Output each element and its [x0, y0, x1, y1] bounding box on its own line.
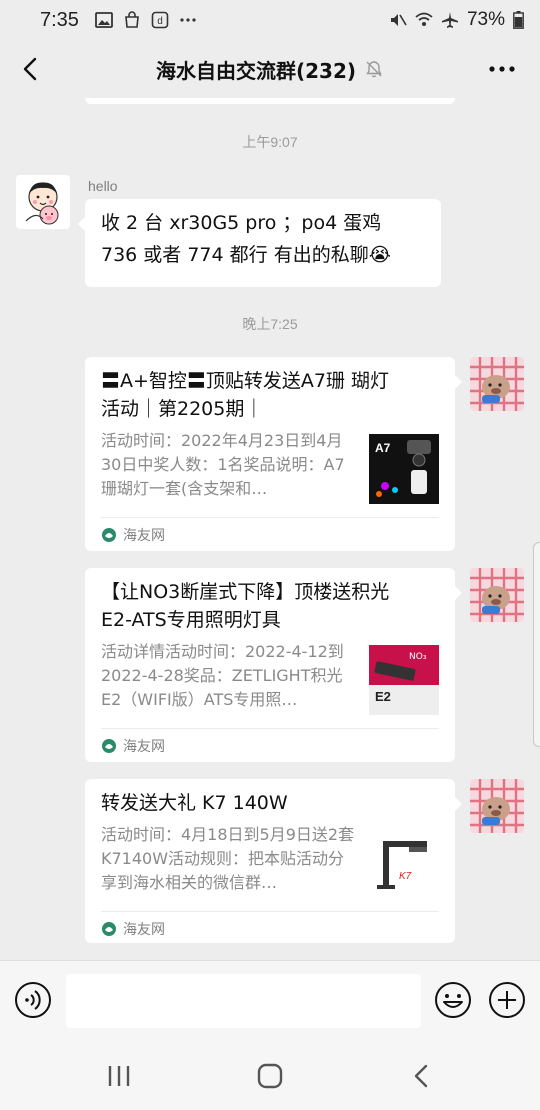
notification-icons: d	[95, 11, 197, 29]
more-horizontal-icon[interactable]	[486, 54, 518, 84]
card-description: 活动时间：2022年4月23日到4月30日中奖人数：1名奖品说明：A7珊瑚灯一套…	[101, 431, 345, 498]
message-line-2: 736 或者 774 都行 有出的私聊	[101, 244, 369, 266]
back-chevron-icon[interactable]	[16, 54, 46, 84]
card-source-name: 海友网	[123, 922, 165, 938]
more-dots-icon	[180, 18, 196, 22]
gallery-icon	[95, 12, 113, 28]
card-title-line: 【让NO3断崖式下降】顶楼送积光	[101, 581, 390, 603]
app-d-icon: d	[151, 11, 169, 29]
card-title-line: 活动｜第2205期｜	[101, 398, 264, 420]
edge-panel-handle[interactable]	[533, 542, 540, 747]
self-avatar[interactable]	[470, 357, 524, 411]
card-source-name: 海友网	[123, 739, 165, 755]
plus-icon[interactable]	[488, 981, 526, 1019]
status-right: 73%	[389, 9, 524, 31]
card-thumbnail-image: K7	[369, 829, 439, 899]
bag-icon	[125, 11, 139, 28]
card-source-name: 海友网	[123, 528, 165, 544]
card-description: 活动详情活动时间：2022-4-12到2022-4-28奖品：ZETLIGHT积…	[101, 642, 344, 709]
battery-percent: 73%	[466, 9, 505, 30]
card-title-line: E2-ATS专用照明灯具	[101, 609, 281, 631]
nav-back-icon[interactable]	[408, 1062, 436, 1090]
message-line-1: 收 2 台 xr30G5 pro ；po4 蛋鸡	[101, 212, 382, 234]
card-source: 海友网	[101, 919, 165, 939]
thumb-label: K7	[399, 871, 412, 882]
link-card[interactable]: 〓A+智控〓顶贴转发送A7珊 瑚灯 活动｜第2205期｜ 活动时间：2022年4…	[85, 357, 462, 551]
message-input[interactable]	[66, 974, 421, 1028]
thumb-label: A7	[375, 441, 391, 455]
mute-icon	[390, 14, 407, 26]
self-avatar[interactable]	[470, 779, 524, 833]
crying-emoji: 😭	[368, 244, 391, 266]
home-icon[interactable]	[256, 1062, 284, 1090]
airplane-icon	[441, 12, 458, 28]
card-thumbnail-image: NO₃ E2	[369, 645, 439, 715]
chat-title: 海水自由交流群(232)	[155, 58, 357, 83]
previous-message-card[interactable]	[85, 98, 455, 104]
bell-off-icon	[366, 61, 382, 78]
card-source: 海友网	[101, 736, 165, 756]
thumb-label: E2	[375, 689, 391, 704]
title-wrap: 海水自由交流群(232)	[156, 55, 384, 84]
card-source: 海友网	[101, 525, 165, 545]
sender-name: hello	[88, 178, 118, 194]
card-title: 转发送大礼 K7 140W	[101, 789, 441, 817]
source-logo-icon	[102, 528, 116, 542]
recents-icon[interactable]	[104, 1062, 134, 1090]
svg-text:NO₃: NO₃	[409, 652, 427, 662]
chat-header: 海水自由交流群(232)	[0, 40, 540, 98]
card-thumbnail-image: A7	[369, 434, 439, 504]
chat-message-list[interactable]: 上午9:07 hello 收 2 台 xr30G5 pro ；po4 蛋鸡 73…	[0, 98, 540, 960]
wifi-icon	[415, 12, 433, 26]
system-nav-bar	[0, 1042, 540, 1110]
timestamp: 晚上7:25	[242, 316, 298, 332]
card-title-line: 〓A+智控〓顶贴转发送A7珊 瑚灯	[101, 370, 390, 392]
voice-icon[interactable]	[14, 981, 52, 1019]
source-logo-icon	[102, 922, 116, 936]
svg-text:d: d	[157, 16, 163, 27]
emoji-icon[interactable]	[434, 981, 472, 1019]
message-line-2-wrap: 736 或者 774 都行 有出的私聊😭	[101, 239, 425, 271]
card-title: 〓A+智控〓顶贴转发送A7珊 瑚灯 活动｜第2205期｜	[101, 367, 441, 423]
message-bubble[interactable]: 收 2 台 xr30G5 pro ；po4 蛋鸡 736 或者 774 都行 有…	[78, 199, 441, 287]
source-logo-icon	[102, 739, 116, 753]
card-title: 【让NO3断崖式下降】顶楼送积光 E2-ATS专用照明灯具	[101, 578, 441, 634]
link-card[interactable]: 【让NO3断崖式下降】顶楼送积光 E2-ATS专用照明灯具 活动详情活动时间：2…	[85, 568, 462, 762]
input-bar	[0, 960, 540, 1042]
timestamp: 上午9:07	[242, 134, 298, 150]
status-time: 7:35	[40, 8, 79, 31]
card-divider	[101, 728, 439, 729]
avatar[interactable]	[16, 175, 70, 229]
card-description: 活动时间：4月18日到5月9日送2套K7140W活动规则：把本贴活动分享到海水相…	[101, 825, 355, 892]
link-card[interactable]: 转发送大礼 K7 140W 活动时间：4月18日到5月9日送2套K7140W活动…	[85, 779, 462, 943]
card-title-line: 转发送大礼 K7 140W	[101, 792, 288, 814]
card-divider	[101, 911, 439, 912]
battery-icon	[513, 11, 524, 29]
card-divider	[101, 517, 439, 518]
self-avatar[interactable]	[470, 568, 524, 622]
status-bar: 7:35 d 73%	[0, 0, 540, 40]
